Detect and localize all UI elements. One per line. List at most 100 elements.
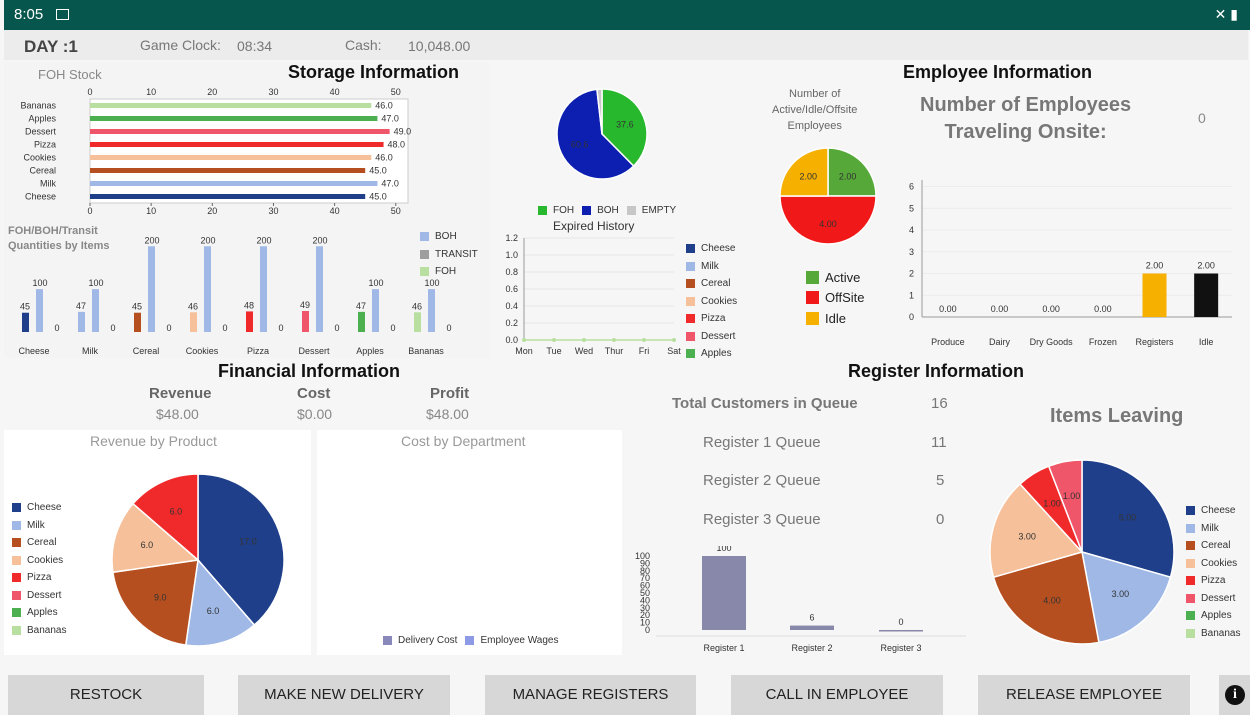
expired-legend-item: Apples [686,345,737,363]
info-button[interactable]: i [1219,675,1250,715]
y-tick: 3 [909,247,914,257]
legend-swatch [686,331,695,341]
category-label: Cookies [186,346,219,356]
legend-label: OffSite [825,290,865,306]
boh-bar [372,289,379,332]
legend-label: TRANSIT [435,248,478,260]
x-tick-bottom: 0 [87,206,92,216]
boh-bar [428,289,435,332]
foh-bar [78,311,85,332]
bar [90,168,366,173]
x-tick-bottom: 40 [330,206,340,216]
x-tick-top: 50 [391,87,401,97]
expired-legend-item: Pizza [686,310,737,328]
cost-panel [317,430,622,655]
foh-boh-slice-label: 60.6 [571,140,589,150]
items-leaving-legend-item: Bananas [1186,625,1240,643]
legend-swatch [1186,628,1195,638]
register-1-label: Register 1 Queue [703,434,821,451]
y-tick: 2 [909,269,914,279]
bar-label: 0.00 [1042,304,1060,314]
bar-label: 49.0 [394,127,412,137]
legend-swatch [12,573,21,583]
legend-label: Employee Wages [480,635,559,647]
register-1-value: 11 [931,434,947,451]
y-tick: 5 [909,203,914,213]
bar-label: 46.0 [375,101,393,111]
foh-bar [358,311,365,332]
revenue-legend-item: Cereal [12,534,66,552]
legend-label: Dessert [27,589,62,601]
legend-swatch [1186,611,1195,621]
bar [90,142,384,147]
revenue-legend-item: Cookies [12,552,66,570]
bar [90,181,378,186]
x-tick-top: 20 [207,87,217,97]
bar-label: 47.0 [381,114,399,124]
revenue-slice-label: 17.0 [239,536,257,546]
boh-bar-label: 200 [144,235,159,245]
make-new-delivery-button[interactable]: MAKE NEW DELIVERY [238,675,450,715]
legend-label: Bananas [1201,627,1241,639]
revenue-legend-item: Cheese [12,499,66,517]
x-tick: Fri [639,346,650,356]
expired-legend: Cheese Milk Cereal Cookies Pizza Dessert Apple… [686,240,737,363]
transit-bar-label: 0 [110,323,115,333]
transit-bar-label: 0 [390,323,395,333]
category-label: Cereal [29,166,56,176]
boh-bar [260,246,267,332]
items-leaving-slice-label: 1.00 [1043,499,1061,509]
category-label: Dessert [298,346,330,356]
foh-bar [302,311,309,332]
register-2-label: Register 2 Queue [703,472,821,489]
x-tick-top: 40 [330,87,340,97]
foh-boh-slice-label: 37.6 [616,120,634,130]
category-label: Produce [931,337,965,347]
legend-swatch [686,261,695,271]
transit-bar-label: 0 [334,323,339,333]
legend-label: Pizza [27,572,52,584]
expired-legend-item: Cookies [686,293,737,311]
x-tick: Thur [605,346,624,356]
revenue-slice-label: 6.0 [170,506,183,516]
bar [90,194,366,199]
cost-value: $0.00 [297,406,333,422]
bar [702,556,746,630]
legend-swatch [626,206,636,216]
foh-bar-label: 47 [76,301,86,311]
legend-swatch [1186,576,1195,586]
items-leaving-slice-label: 5.00 [1119,513,1137,523]
manage-registers-button[interactable]: MANAGE REGISTERS [485,675,696,715]
call-in-employee-button[interactable]: CALL IN EMPLOYEE [731,675,943,715]
transit-bar-label: 0 [54,323,59,333]
release-employee-button[interactable]: RELEASE EMPLOYEE [978,675,1190,715]
bar-label: 0 [898,617,903,627]
restock-button[interactable]: RESTOCK [8,675,204,715]
legend-label: Apples [701,348,732,360]
y-tick: 1.0 [505,250,518,260]
y-tick: 10 [640,618,650,628]
cost-legend-item: Employee Wages [465,632,558,650]
legend-swatch [12,520,21,530]
foh-bar [246,311,253,332]
transit-bar-label: 0 [446,323,451,333]
y-tick: 1 [909,290,914,300]
legend-label: Cookies [1201,557,1238,569]
employee-title: Employee Information [903,62,1093,82]
revenue-label: Revenue [149,385,212,402]
category-label: Register 2 [791,643,832,653]
bar-label: 0.00 [939,304,957,314]
legend-label: Delivery Cost [398,635,458,647]
category-label: Apples [356,346,384,356]
boh-bar [316,246,323,332]
legend-label: Apples [1201,610,1232,622]
category-label: Cereal [133,346,160,356]
y-tick: 90 [640,558,650,568]
items-leaving-legend: Cheese Milk Cereal Cookies Pizza Dessert Apple… [1186,502,1240,642]
legend-label: Cookies [27,554,64,566]
boh-bar-label: 200 [200,235,215,245]
transit-bar-label: 0 [278,323,283,333]
legend-swatch [1186,523,1195,533]
legend-label: Idle [825,310,846,326]
category-label: Bananas [408,346,444,356]
